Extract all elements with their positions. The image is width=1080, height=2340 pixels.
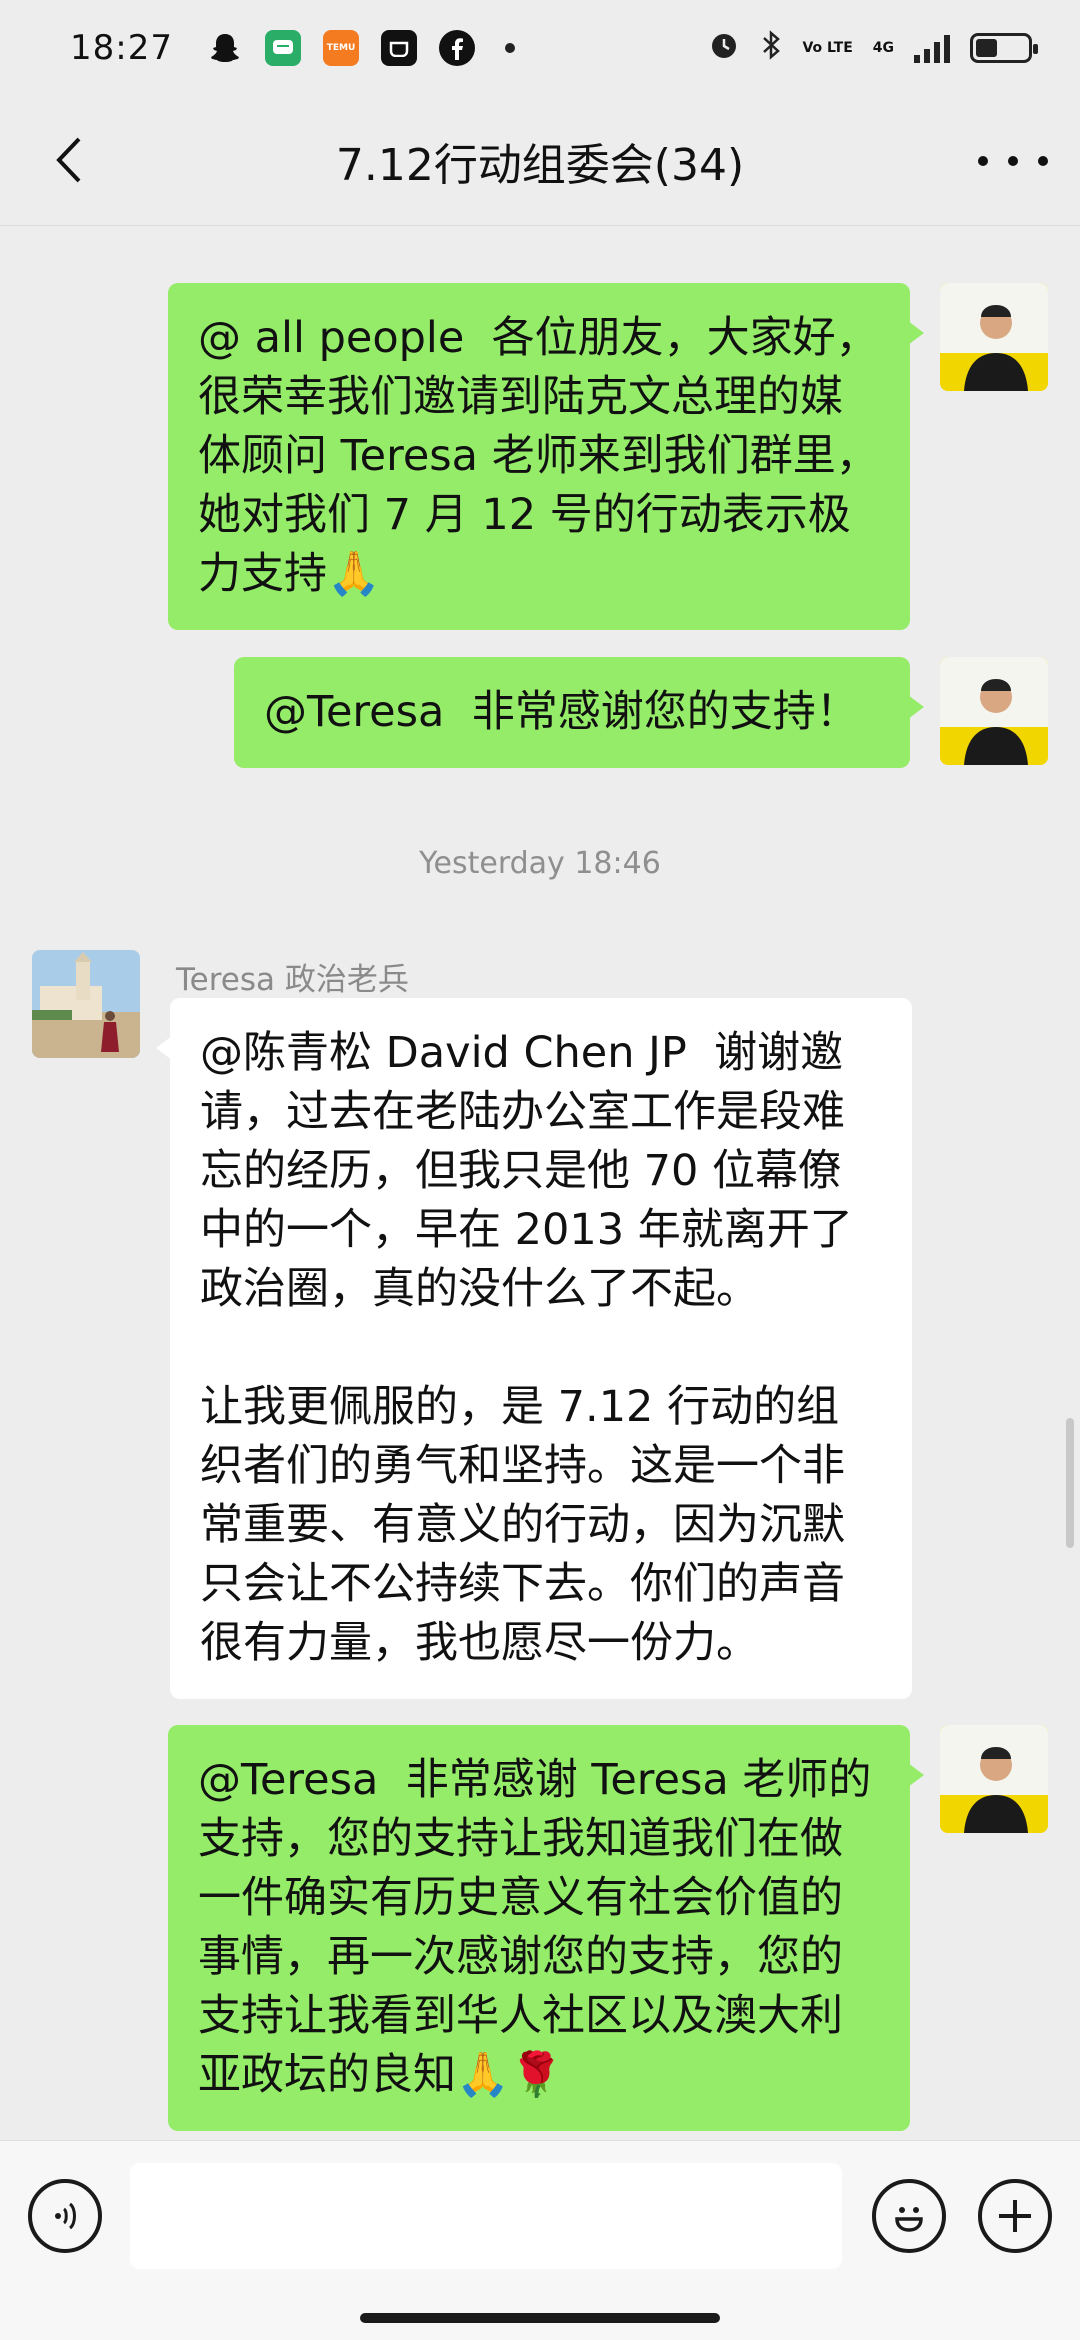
emoji-button[interactable] — [872, 2179, 946, 2253]
battery-icon — [970, 33, 1038, 63]
my-avatar[interactable] — [940, 657, 1048, 765]
my-avatar[interactable] — [940, 283, 1048, 391]
more-functions-button[interactable] — [978, 2179, 1052, 2253]
message-list[interactable]: @ all people 各位朋友，大家好，很荣幸我们邀请到陆克文总理的媒体顾问… — [0, 226, 1080, 2140]
message-timestamp: Yesterday 18:46 — [419, 846, 661, 881]
temu-icon: TEMU — [322, 30, 359, 66]
app-box-icon — [380, 30, 417, 66]
more-notifications-dot — [504, 43, 515, 53]
status-time: 18:27 — [70, 28, 173, 68]
facebook-icon — [438, 30, 475, 66]
input-bar — [0, 2140, 1080, 2340]
more-options-button[interactable] — [978, 136, 1048, 186]
alarm-icon — [708, 29, 740, 68]
chat-title: 7.12行动组委会(34) — [335, 139, 745, 191]
plus-icon — [999, 2200, 1031, 2232]
status-bar: 18:27 TEMU Vo LTE 4G — [0, 0, 1080, 96]
snapchat-icon — [207, 30, 243, 66]
home-indicator[interactable] — [360, 2313, 720, 2323]
more-dot-icon — [1038, 156, 1048, 166]
teresa-avatar[interactable] — [32, 950, 140, 1058]
message-bubble[interactable]: @陈青松 David Chen JP 谢谢邀请，过去在老陆办公室工作是段难忘的经… — [156, 998, 912, 1699]
back-button[interactable] — [38, 130, 98, 190]
volte-indicator: Vo LTE — [802, 40, 853, 56]
message-bubble[interactable]: @ all people 各位朋友，大家好，很荣幸我们邀请到陆克文总理的媒体顾问… — [168, 283, 924, 630]
status-notification-icons: TEMU — [207, 30, 515, 66]
status-system-icons: Vo LTE 4G — [708, 29, 1038, 68]
more-dot-icon — [1008, 156, 1018, 166]
chevron-left-icon — [56, 137, 81, 183]
my-avatar[interactable] — [940, 1725, 1048, 1833]
network-type: 4G — [872, 40, 894, 56]
signal-icon — [914, 33, 950, 63]
message-bubble[interactable]: @Teresa 非常感谢您的支持！ — [234, 657, 924, 768]
emoji-icon — [895, 2207, 923, 2232]
wechat-icon — [264, 30, 301, 66]
more-dot-icon — [978, 156, 988, 166]
sender-name: Teresa 政治老兵 — [176, 962, 409, 998]
message-bubble[interactable]: @Teresa 非常感谢 Teresa 老师的支持，您的支持让我知道我们在做一件… — [168, 1725, 924, 2131]
voice-input-button[interactable] — [28, 2179, 102, 2253]
chat-header: 7.12行动组委会(34) — [0, 96, 1080, 226]
bluetooth-icon — [760, 29, 782, 68]
voice-icon — [55, 2202, 76, 2230]
message-input[interactable] — [130, 2163, 842, 2269]
scrollbar-thumb[interactable] — [1066, 1418, 1074, 1548]
